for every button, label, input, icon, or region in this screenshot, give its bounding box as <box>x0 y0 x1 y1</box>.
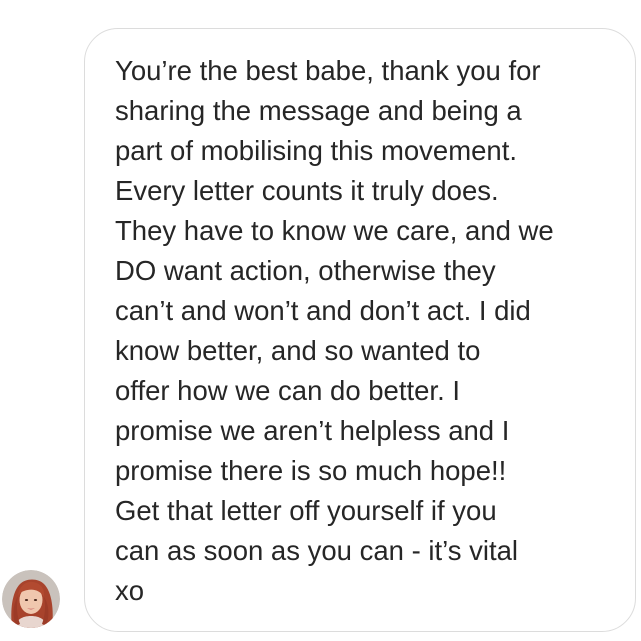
message-line: Every letter counts it truly does. <box>115 175 499 206</box>
message-line: xo <box>115 575 145 606</box>
user-avatar-photo-icon <box>2 570 60 628</box>
message-line: Get that letter off yourself if you <box>115 495 497 526</box>
message-line: They have to know we care, and we <box>115 215 554 246</box>
message-line: can as soon as you can - it’s vital <box>115 535 519 566</box>
message-text: You’re the best babe, thank you for shar… <box>115 51 554 611</box>
message-line: promise there is so much hope!! <box>115 455 507 486</box>
message-line: You’re the best babe, thank you for <box>115 55 541 86</box>
message-line: part of mobilising this movement. <box>115 135 517 166</box>
received-message-bubble[interactable]: You’re the best babe, thank you for shar… <box>84 28 636 632</box>
message-line: sharing the message and being a <box>115 95 522 126</box>
sender-avatar[interactable] <box>2 570 60 628</box>
message-line: know better, and so wanted to <box>115 335 481 366</box>
message-line: can’t and won’t and don’t act. I did <box>115 295 531 326</box>
message-line: offer how we can do better. I <box>115 375 460 406</box>
message-line: DO want action, otherwise they <box>115 255 496 286</box>
chat-thread: You’re the best babe, thank you for shar… <box>0 0 641 641</box>
message-line: promise we aren’t helpless and I <box>115 415 510 446</box>
